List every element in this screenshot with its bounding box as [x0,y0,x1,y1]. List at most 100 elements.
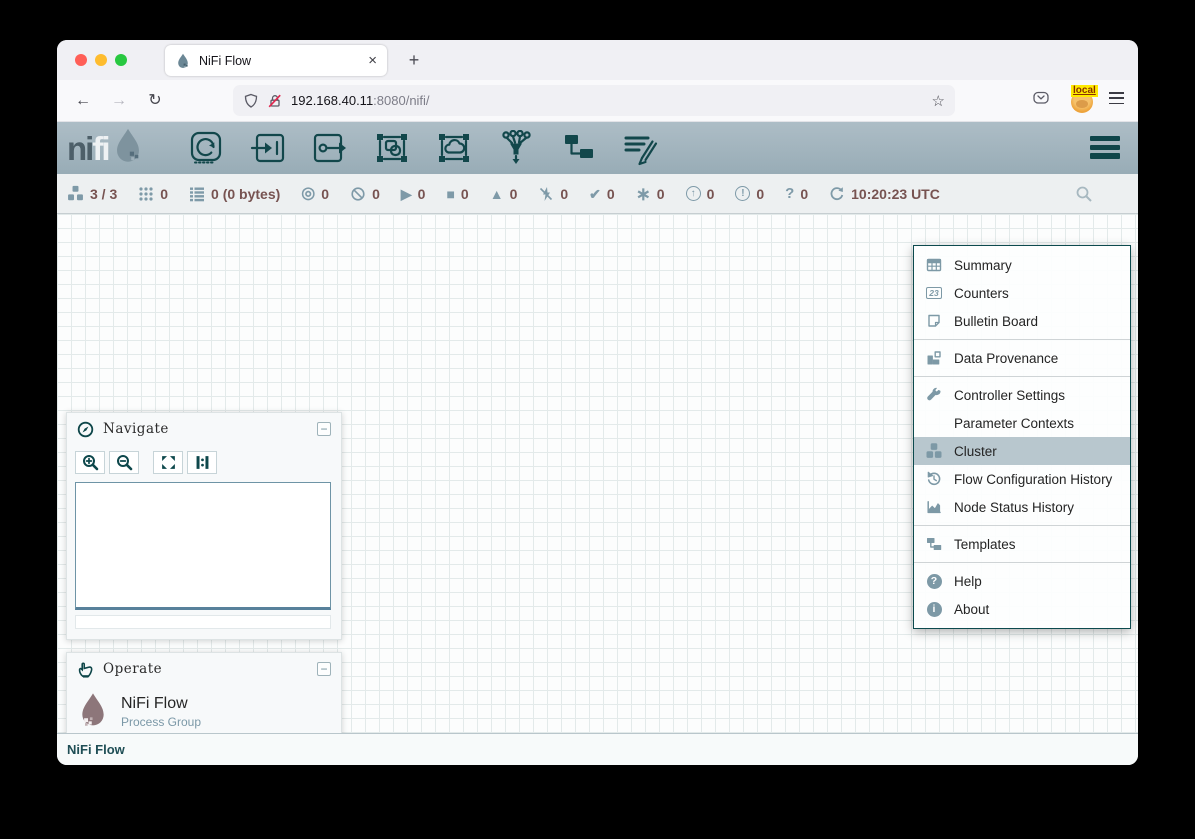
fit-icon [160,454,177,471]
selected-component: NiFi Flow Process Group [67,685,341,733]
browser-tab[interactable]: NiFi Flow × [165,45,387,76]
zoom-in-button[interactable] [75,451,105,474]
template-component[interactable] [559,129,597,167]
minimap-scroll-strip[interactable] [75,615,331,629]
menu-item-label: Templates [954,537,1016,552]
flow-status-bar: 3 / 3 0 0 (0 bytes) ◎ 0 [57,174,1138,214]
screenshot-stage: NiFi Flow × + ← → ↻ 192.168.40.11:8080/n… [0,0,1195,839]
menu-item-help[interactable]: ? Help [914,567,1130,595]
menu-item-flow-configuration-history[interactable]: Flow Configuration History [914,465,1130,493]
minimize-window-button[interactable] [95,54,107,66]
zoom-in-icon [82,454,99,471]
browser-menu-button[interactable] [1109,92,1124,104]
remote-process-group-component[interactable] [435,129,473,167]
tab-title: NiFi Flow [199,54,368,68]
menu-divider [914,525,1130,526]
nifi-app: ni fi [57,122,1138,765]
panel-title: Operate [103,661,308,677]
menu-item-bulletin-board[interactable]: Bulletin Board [914,307,1130,335]
insecure-lock-icon[interactable] [267,93,283,109]
status-count: 0 [372,186,380,202]
status-count: 0 [418,186,426,202]
about-info-glyph: i [927,602,942,617]
menu-item-label: Data Provenance [954,351,1058,366]
queued-list-icon [189,186,205,202]
exclamation-icon: ! [735,186,750,201]
bulletin-board-icon [914,313,954,329]
process-group-component[interactable] [373,129,411,167]
window-controls [75,54,127,66]
menu-divider [914,562,1130,563]
menu-item-templates[interactable]: Templates [914,530,1130,558]
birdseye-minimap[interactable] [75,482,331,610]
url-text[interactable]: 192.168.40.11:8080/nifi/ [291,93,430,108]
summary-table-icon [914,257,954,273]
container-label: local [1071,85,1098,97]
zoom-out-button[interactable] [109,451,139,474]
menu-item-label: Controller Settings [954,388,1065,403]
invalid-icon: ▲ [490,187,504,201]
breadcrumb-bar: NiFi Flow [57,733,1138,765]
menu-item-data-provenance[interactable]: Data Provenance [914,344,1130,372]
menu-item-parameter-contexts[interactable]: Parameter Contexts [914,409,1130,437]
status-invalid: ▲ 0 [490,186,518,202]
status-sync-failure: ? 0 [785,186,808,202]
logo-text-fi: fi [92,132,108,165]
processor-component[interactable] [187,129,225,167]
compass-icon [77,421,94,438]
last-refresh-time: 10:20:23 UTC [851,186,940,202]
reload-button[interactable]: ↻ [143,89,167,113]
collapse-operate-button[interactable]: − [317,662,331,676]
templates-icon [914,536,954,552]
check-icon: ✔ [589,187,601,201]
menu-item-summary[interactable]: Summary [914,251,1130,279]
forward-button[interactable]: → [107,89,131,113]
back-button[interactable]: ← [71,89,95,113]
menu-divider [914,339,1130,340]
input-port-component[interactable] [249,129,287,167]
refresh-icon[interactable] [829,186,845,202]
funnel-component[interactable] [497,129,535,167]
global-menu-button[interactable] [1090,136,1120,159]
menu-item-cluster[interactable]: Cluster [914,437,1130,465]
zoom-actual-size-button[interactable] [187,451,217,474]
close-window-button[interactable] [75,54,87,66]
menu-item-controller-settings[interactable]: Controller Settings [914,381,1130,409]
tab-strip: NiFi Flow × + [57,40,1138,80]
menu-item-label: Summary [954,258,1012,273]
help-question-glyph: ? [927,574,942,589]
label-icon [622,130,658,166]
operate-header: Operate − [67,653,341,685]
output-port-component[interactable] [311,129,349,167]
processor-icon [188,130,224,166]
status-count: 0 [707,186,715,202]
shield-icon[interactable] [243,93,259,109]
url-bar[interactable]: 192.168.40.11:8080/nifi/ ☆ [233,85,955,116]
status-up-to-date: ✔ 0 [589,186,615,202]
cluster-icon [67,185,84,202]
collapse-navigate-button[interactable]: − [317,422,331,436]
bookmark-star-icon[interactable]: ☆ [932,92,945,110]
status-queued: 0 (0 bytes) [189,186,280,202]
breadcrumb[interactable]: NiFi Flow [67,742,125,757]
tab-close-icon[interactable]: × [368,52,377,69]
remote-process-group-icon [436,130,472,166]
help-icon: ? [914,574,954,589]
menu-item-counters[interactable]: 23 Counters [914,279,1130,307]
pocket-icon[interactable] [1032,90,1050,106]
status-not-transmitting: 0 [350,186,380,202]
search-icon[interactable] [1075,185,1093,203]
profile-avatar[interactable]: local [1071,88,1095,114]
flow-name: NiFi Flow [121,695,201,713]
maximize-window-button[interactable] [115,54,127,66]
new-tab-button[interactable]: + [401,48,427,72]
nifi-logo: ni fi [67,127,145,169]
nifi-favicon-drop-icon [175,53,191,69]
label-component[interactable] [621,129,659,167]
process-group-icon [374,130,410,166]
zoom-fit-button[interactable] [153,451,183,474]
status-refresh[interactable]: 10:20:23 UTC [829,186,940,202]
menu-item-about[interactable]: i About [914,595,1130,623]
menu-item-label: Node Status History [954,500,1074,515]
menu-item-node-status-history[interactable]: Node Status History [914,493,1130,521]
